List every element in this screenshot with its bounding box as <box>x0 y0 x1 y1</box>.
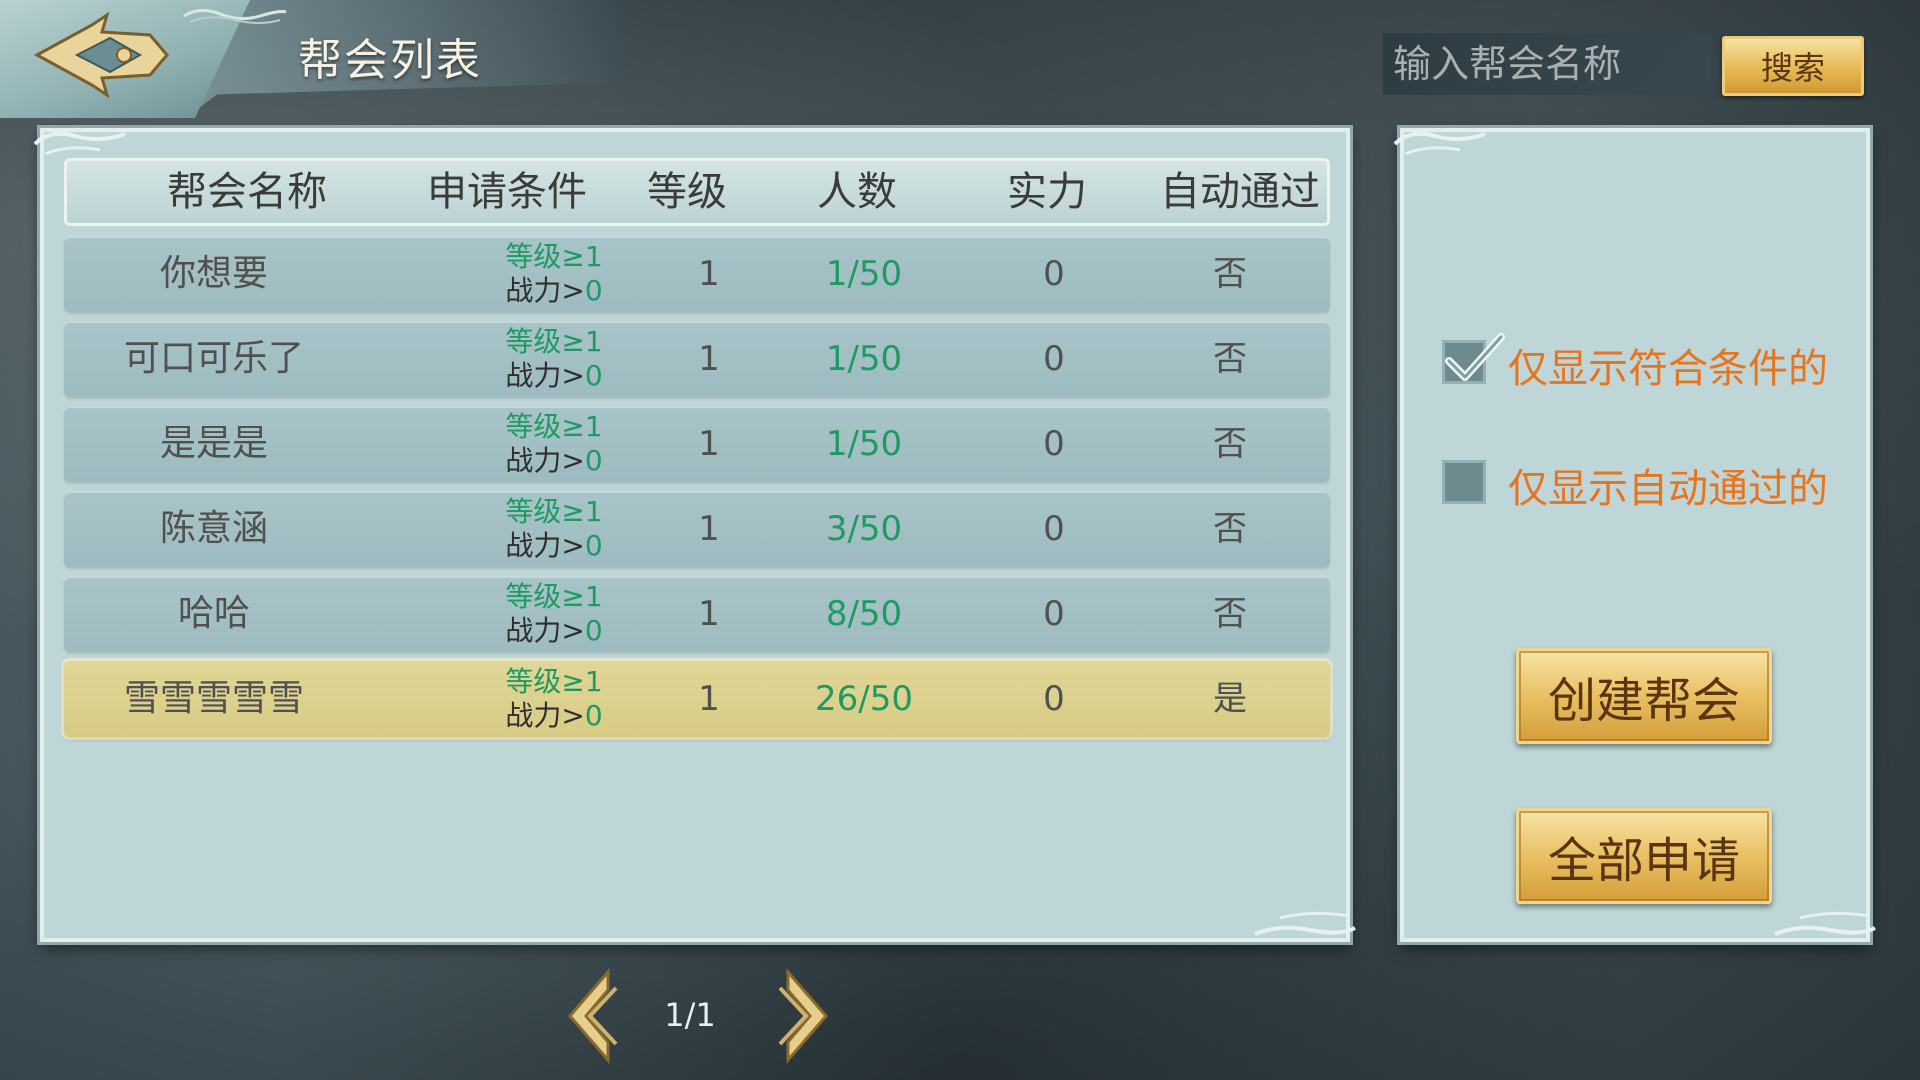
condition-level: 等级≥1 <box>505 665 603 698</box>
guild-auto-approve: 否 <box>1213 254 1247 294</box>
condition-power-label: 战力> <box>505 444 585 477</box>
condition-power: 战力>0 <box>474 699 634 733</box>
condition-power-label: 战力> <box>505 699 585 732</box>
table-header: 帮会名称 申请条件 等级 人数 实力 自动通过 <box>64 158 1330 226</box>
guild-auto-approve: 否 <box>1213 339 1247 379</box>
guild-auto-approve: 否 <box>1213 594 1247 634</box>
guild-name: 雪雪雪雪雪 <box>123 678 304 719</box>
condition-power-value: 0 <box>584 444 603 477</box>
title-swirl-ornament <box>183 9 287 24</box>
checkmark-icon <box>1445 333 1505 381</box>
condition-power: 战力>0 <box>474 444 634 478</box>
create-guild-button[interactable]: 创建帮会 <box>1516 648 1772 744</box>
guild-list-panel: 帮会名称 申请条件 等级 人数 实力 自动通过 你想要 等级≥1 战力>0 1 … <box>33 128 1356 942</box>
guild-row-selected[interactable]: 雪雪雪雪雪 等级≥1 战力>0 1 26/50 0 是 <box>64 661 1330 737</box>
column-header-members: 人数 <box>817 169 897 215</box>
guild-level: 1 <box>698 424 720 464</box>
guild-name: 可口可乐了 <box>123 338 304 379</box>
qualified-only-checkbox[interactable] <box>1442 333 1505 384</box>
cloud-ornament-icon <box>1393 131 1486 156</box>
condition-power: 战力>0 <box>474 614 634 648</box>
condition-level: 等级≥1 <box>505 325 603 358</box>
condition-power-value: 0 <box>584 529 603 562</box>
guild-auto-approve: 否 <box>1213 424 1247 464</box>
page-indicator: 1/1 <box>664 996 716 1034</box>
guild-strength: 0 <box>1043 594 1065 634</box>
guild-members: 1/50 <box>825 424 903 464</box>
guild-strength: 0 <box>1043 254 1065 294</box>
join-condition: 等级≥1 战力>0 <box>474 665 634 735</box>
guild-strength: 0 <box>1043 339 1065 379</box>
condition-power: 战力>0 <box>474 529 634 563</box>
guild-level: 1 <box>698 594 720 634</box>
page-title: 帮会列表 <box>298 35 482 86</box>
guild-level: 1 <box>698 339 720 379</box>
join-condition: 等级≥1 战力>0 <box>474 580 634 650</box>
condition-power-value: 0 <box>584 274 603 307</box>
guild-members: 1/50 <box>825 339 903 379</box>
guild-level: 1 <box>698 254 720 294</box>
guild-level: 1 <box>698 679 720 719</box>
cloud-ornament-icon <box>1774 911 1876 936</box>
condition-level: 等级≥1 <box>505 410 603 443</box>
back-arrow-icon <box>33 11 169 99</box>
condition-power: 战力>0 <box>474 359 634 393</box>
join-condition: 等级≥1 战力>0 <box>474 325 634 395</box>
guild-row[interactable]: 你想要 等级≥1 战力>0 1 1/50 0 否 <box>64 236 1330 312</box>
guild-auto-approve: 否 <box>1213 509 1247 549</box>
condition-power: 战力>0 <box>474 274 634 308</box>
join-condition: 等级≥1 战力>0 <box>474 410 634 480</box>
guild-name: 是是是 <box>159 423 268 464</box>
filter-panel: 仅显示符合条件的 仅显示自动通过的 创建帮会 全部申请 <box>1393 128 1876 942</box>
guild-members: 3/50 <box>825 509 903 549</box>
auto-approve-only-label[interactable]: 仅显示自动通过的 <box>1508 456 1828 514</box>
search-button[interactable]: 搜索 <box>1722 36 1864 96</box>
guild-name: 你想要 <box>159 253 268 294</box>
condition-power-label: 战力> <box>505 614 585 647</box>
guild-row[interactable]: 是是是 等级≥1 战力>0 1 1/50 0 否 <box>64 406 1330 482</box>
join-condition: 等级≥1 战力>0 <box>474 495 634 565</box>
condition-power-value: 0 <box>584 699 603 732</box>
condition-level: 等级≥1 <box>505 240 603 273</box>
qualified-only-label[interactable]: 仅显示符合条件的 <box>1508 336 1828 394</box>
guild-members: 8/50 <box>825 594 903 634</box>
column-header-auto-approve: 自动通过 <box>1160 169 1320 215</box>
guild-search-input[interactable] <box>1383 33 1711 95</box>
column-header-name: 帮会名称 <box>167 169 327 215</box>
auto-approve-only-checkbox[interactable] <box>1442 460 1486 504</box>
guild-strength: 0 <box>1043 679 1065 719</box>
guild-row[interactable]: 陈意涵 等级≥1 战力>0 1 3/50 0 否 <box>64 491 1330 567</box>
guild-members: 26/50 <box>815 679 913 719</box>
condition-power-value: 0 <box>584 359 603 392</box>
condition-power-label: 战力> <box>505 274 585 307</box>
column-header-condition: 申请条件 <box>427 169 587 215</box>
guild-level: 1 <box>698 509 720 549</box>
apply-all-button[interactable]: 全部申请 <box>1516 808 1772 904</box>
condition-power-value: 0 <box>584 614 603 647</box>
cloud-ornament-icon <box>1254 911 1356 936</box>
condition-power-label: 战力> <box>505 529 585 562</box>
guild-name: 陈意涵 <box>159 508 268 549</box>
guild-row[interactable]: 可口可乐了 等级≥1 战力>0 1 1/50 0 否 <box>64 321 1330 397</box>
condition-level: 等级≥1 <box>505 580 603 613</box>
guild-auto-approve: 是 <box>1213 679 1247 719</box>
next-page-arrow-icon[interactable] <box>776 968 836 1064</box>
guild-name: 哈哈 <box>177 593 250 634</box>
column-header-level: 等级 <box>647 169 727 215</box>
column-header-strength: 实力 <box>1007 169 1087 215</box>
previous-page-arrow-icon[interactable] <box>560 968 620 1064</box>
condition-power-label: 战力> <box>505 359 585 392</box>
guild-strength: 0 <box>1043 509 1065 549</box>
condition-level: 等级≥1 <box>505 495 603 528</box>
guild-strength: 0 <box>1043 424 1065 464</box>
guild-row[interactable]: 哈哈 等级≥1 战力>0 1 8/50 0 否 <box>64 576 1330 652</box>
guild-members: 1/50 <box>825 254 903 294</box>
join-condition: 等级≥1 战力>0 <box>474 240 634 310</box>
